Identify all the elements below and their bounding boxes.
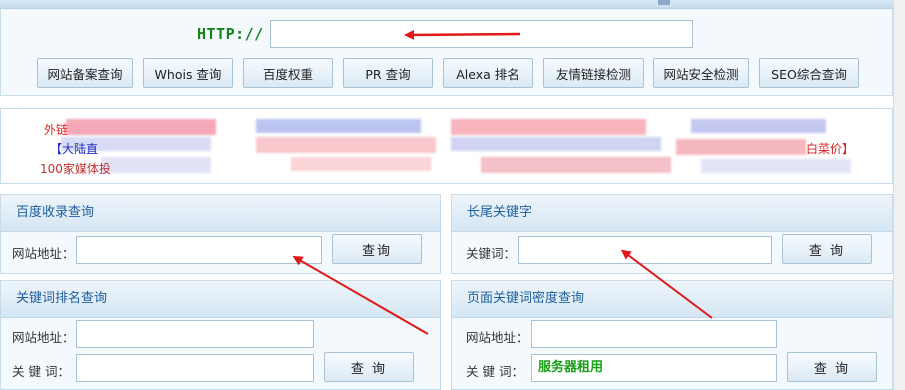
annotation-arrows	[292, 29, 713, 335]
arrow-to-url-input	[404, 29, 521, 40]
arrow-to-baidu-input	[292, 256, 429, 335]
arrow-to-long-tail-input	[620, 249, 713, 319]
